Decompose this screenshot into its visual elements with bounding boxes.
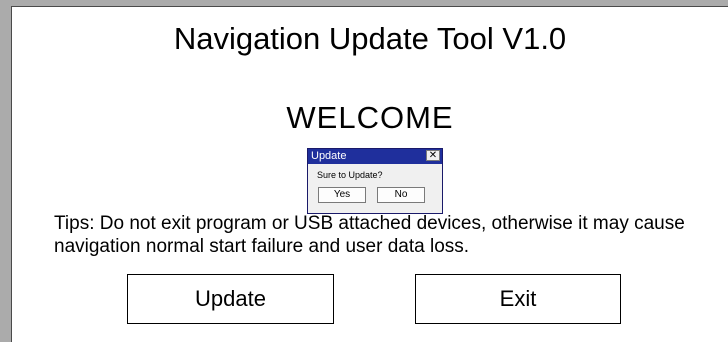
- close-icon[interactable]: ✕: [426, 150, 440, 161]
- app-title: Navigation Update Tool V1.0: [173, 21, 567, 56]
- no-button[interactable]: No: [377, 187, 425, 203]
- tips-text: Tips: Do not exit program or USB attache…: [54, 213, 685, 257]
- update-button[interactable]: Update: [127, 274, 334, 324]
- exit-button[interactable]: Exit: [415, 274, 621, 324]
- welcome-heading: WELCOME: [286, 100, 454, 135]
- update-confirm-dialog: Update ✕ Sure to Update? Yes No: [307, 148, 443, 214]
- dialog-titlebar: Update ✕: [308, 149, 442, 164]
- main-window: Navigation Update Tool V1.0 WELCOME Tips…: [11, 6, 728, 342]
- dialog-title: Update: [311, 150, 347, 162]
- yes-button[interactable]: Yes: [318, 187, 366, 203]
- dialog-message: Sure to Update?: [317, 170, 383, 180]
